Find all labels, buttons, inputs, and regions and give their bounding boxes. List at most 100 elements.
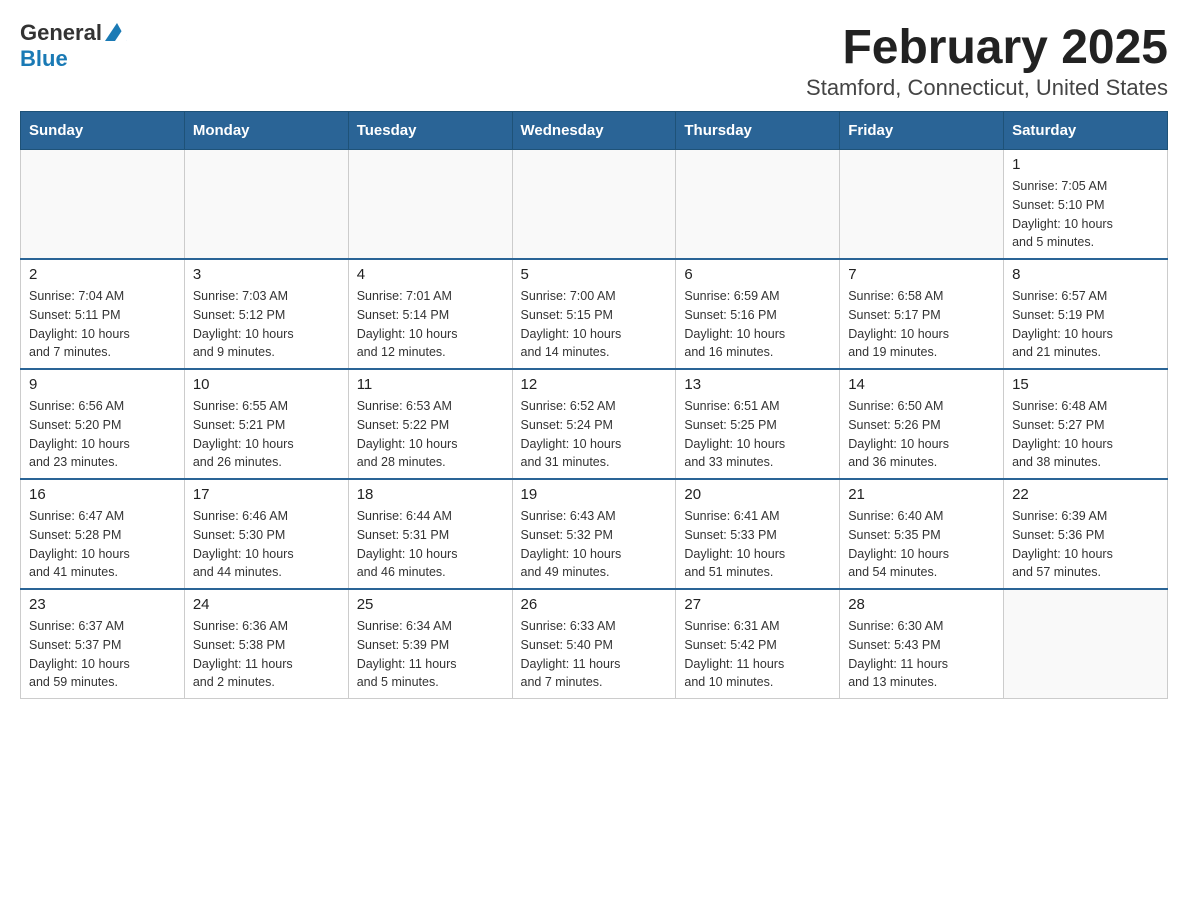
calendar-week-row: 1 Sunrise: 7:05 AMSunset: 5:10 PMDaylight… (21, 150, 1168, 260)
calendar-day-cell: 19Sunrise: 6:43 AMSunset: 5:32 PMDayligh… (512, 479, 676, 589)
day-number: 10 (193, 376, 340, 393)
day-info: Sunrise: 7:01 AMSunset: 5:14 PMDaylight:… (357, 287, 504, 362)
day-info: Sunrise: 6:36 AMSunset: 5:38 PMDaylight:… (193, 617, 340, 692)
day-info: Sunrise: 6:51 AMSunset: 5:25 PMDaylight:… (684, 397, 831, 472)
calendar-day-cell (676, 150, 840, 260)
title-block: February 2025 Stamford, Connecticut, Uni… (806, 20, 1168, 101)
calendar-day-cell (840, 150, 1004, 260)
weekday-header-wednesday: Wednesday (512, 112, 676, 150)
calendar-table: SundayMondayTuesdayWednesdayThursdayFrid… (20, 111, 1168, 699)
calendar-day-cell: 4 Sunrise: 7:01 AMSunset: 5:14 PMDaylight… (348, 259, 512, 369)
weekday-header-saturday: Saturday (1004, 112, 1168, 150)
day-number: 4 (357, 266, 504, 283)
day-info: Sunrise: 6:41 AMSunset: 5:33 PMDaylight:… (684, 507, 831, 582)
page-header: General Blue February 2025 Stamford, Con… (20, 20, 1168, 101)
calendar-day-cell: 22 Sunrise: 6:39 AMSunset: 5:36 PMDayligh… (1004, 479, 1168, 589)
day-number: 11 (357, 376, 504, 393)
day-number: 9 (29, 376, 176, 393)
day-info: Sunrise: 6:50 AMSunset: 5:26 PMDaylight:… (848, 397, 995, 472)
day-info: Sunrise: 6:31 AMSunset: 5:42 PMDaylight:… (684, 617, 831, 692)
calendar-day-cell: 3Sunrise: 7:03 AMSunset: 5:12 PMDaylight… (184, 259, 348, 369)
day-info: Sunrise: 6:55 AMSunset: 5:21 PMDaylight:… (193, 397, 340, 472)
page-title: February 2025 (806, 20, 1168, 75)
day-number: 2 (29, 266, 176, 283)
calendar-day-cell: 10 Sunrise: 6:55 AMSunset: 5:21 PMDayligh… (184, 369, 348, 479)
calendar-day-cell: 12 Sunrise: 6:52 AMSunset: 5:24 PMDayligh… (512, 369, 676, 479)
weekday-header-friday: Friday (840, 112, 1004, 150)
day-info: Sunrise: 6:52 AMSunset: 5:24 PMDaylight:… (521, 397, 668, 472)
day-number: 15 (1012, 376, 1159, 393)
day-info: Sunrise: 7:00 AMSunset: 5:15 PMDaylight:… (521, 287, 668, 362)
day-number: 26 (521, 596, 668, 613)
weekday-header-monday: Monday (184, 112, 348, 150)
calendar-day-cell: 9 Sunrise: 6:56 AMSunset: 5:20 PMDaylight… (21, 369, 185, 479)
day-info: Sunrise: 6:37 AMSunset: 5:37 PMDaylight:… (29, 617, 176, 692)
calendar-day-cell: 17 Sunrise: 6:46 AMSunset: 5:30 PMDayligh… (184, 479, 348, 589)
calendar-day-cell: 14 Sunrise: 6:50 AMSunset: 5:26 PMDayligh… (840, 369, 1004, 479)
calendar-week-row: 9 Sunrise: 6:56 AMSunset: 5:20 PMDaylight… (21, 369, 1168, 479)
day-info: Sunrise: 6:57 AMSunset: 5:19 PMDaylight:… (1012, 287, 1159, 362)
calendar-day-cell (348, 150, 512, 260)
day-info: Sunrise: 7:05 AMSunset: 5:10 PMDaylight:… (1012, 177, 1159, 252)
calendar-day-cell: 21 Sunrise: 6:40 AMSunset: 5:35 PMDayligh… (840, 479, 1004, 589)
logo-text-blue: Blue (20, 46, 68, 72)
day-number: 6 (684, 266, 831, 283)
day-number: 1 (1012, 156, 1159, 173)
logo-text-general: General (20, 20, 102, 46)
calendar-day-cell: 28Sunrise: 6:30 AMSunset: 5:43 PMDayligh… (840, 589, 1004, 699)
day-info: Sunrise: 6:59 AMSunset: 5:16 PMDaylight:… (684, 287, 831, 362)
calendar-day-cell: 15Sunrise: 6:48 AMSunset: 5:27 PMDayligh… (1004, 369, 1168, 479)
day-info: Sunrise: 6:33 AMSunset: 5:40 PMDaylight:… (521, 617, 668, 692)
calendar-day-cell: 23 Sunrise: 6:37 AMSunset: 5:37 PMDayligh… (21, 589, 185, 699)
day-number: 18 (357, 486, 504, 503)
day-number: 8 (1012, 266, 1159, 283)
calendar-week-row: 2 Sunrise: 7:04 AMSunset: 5:11 PMDaylight… (21, 259, 1168, 369)
day-info: Sunrise: 6:46 AMSunset: 5:30 PMDaylight:… (193, 507, 340, 582)
logo-triangle-icon (105, 23, 127, 45)
day-info: Sunrise: 6:34 AMSunset: 5:39 PMDaylight:… (357, 617, 504, 692)
day-info: Sunrise: 6:44 AMSunset: 5:31 PMDaylight:… (357, 507, 504, 582)
day-number: 20 (684, 486, 831, 503)
page-subtitle: Stamford, Connecticut, United States (806, 75, 1168, 101)
day-info: Sunrise: 7:04 AMSunset: 5:11 PMDaylight:… (29, 287, 176, 362)
day-number: 23 (29, 596, 176, 613)
day-info: Sunrise: 6:39 AMSunset: 5:36 PMDaylight:… (1012, 507, 1159, 582)
day-number: 14 (848, 376, 995, 393)
weekday-header-sunday: Sunday (21, 112, 185, 150)
day-info: Sunrise: 6:43 AMSunset: 5:32 PMDaylight:… (521, 507, 668, 582)
day-number: 21 (848, 486, 995, 503)
calendar-day-cell: 18 Sunrise: 6:44 AMSunset: 5:31 PMDayligh… (348, 479, 512, 589)
weekday-header-tuesday: Tuesday (348, 112, 512, 150)
day-info: Sunrise: 6:53 AMSunset: 5:22 PMDaylight:… (357, 397, 504, 472)
calendar-day-cell: 27 Sunrise: 6:31 AMSunset: 5:42 PMDayligh… (676, 589, 840, 699)
calendar-day-cell: 16Sunrise: 6:47 AMSunset: 5:28 PMDayligh… (21, 479, 185, 589)
day-info: Sunrise: 7:03 AMSunset: 5:12 PMDaylight:… (193, 287, 340, 362)
day-number: 22 (1012, 486, 1159, 503)
calendar-day-cell: 6 Sunrise: 6:59 AMSunset: 5:16 PMDaylight… (676, 259, 840, 369)
weekday-header-thursday: Thursday (676, 112, 840, 150)
calendar-week-row: 16Sunrise: 6:47 AMSunset: 5:28 PMDayligh… (21, 479, 1168, 589)
calendar-day-cell: 26 Sunrise: 6:33 AMSunset: 5:40 PMDayligh… (512, 589, 676, 699)
calendar-day-cell: 13Sunrise: 6:51 AMSunset: 5:25 PMDayligh… (676, 369, 840, 479)
calendar-day-cell (512, 150, 676, 260)
day-info: Sunrise: 6:56 AMSunset: 5:20 PMDaylight:… (29, 397, 176, 472)
day-number: 24 (193, 596, 340, 613)
logo: General Blue (20, 20, 127, 72)
day-number: 12 (521, 376, 668, 393)
day-number: 16 (29, 486, 176, 503)
calendar-day-cell: 2 Sunrise: 7:04 AMSunset: 5:11 PMDaylight… (21, 259, 185, 369)
day-info: Sunrise: 6:40 AMSunset: 5:35 PMDaylight:… (848, 507, 995, 582)
calendar-day-cell: 8 Sunrise: 6:57 AMSunset: 5:19 PMDaylight… (1004, 259, 1168, 369)
calendar-day-cell: 5Sunrise: 7:00 AMSunset: 5:15 PMDaylight… (512, 259, 676, 369)
calendar-week-row: 23 Sunrise: 6:37 AMSunset: 5:37 PMDayligh… (21, 589, 1168, 699)
calendar-day-cell: 24 Sunrise: 6:36 AMSunset: 5:38 PMDayligh… (184, 589, 348, 699)
calendar-day-cell: 7 Sunrise: 6:58 AMSunset: 5:17 PMDaylight… (840, 259, 1004, 369)
calendar-day-cell: 11 Sunrise: 6:53 AMSunset: 5:22 PMDayligh… (348, 369, 512, 479)
day-info: Sunrise: 6:30 AMSunset: 5:43 PMDaylight:… (848, 617, 995, 692)
day-number: 17 (193, 486, 340, 503)
day-number: 7 (848, 266, 995, 283)
day-number: 27 (684, 596, 831, 613)
day-info: Sunrise: 6:58 AMSunset: 5:17 PMDaylight:… (848, 287, 995, 362)
calendar-day-cell: 20 Sunrise: 6:41 AMSunset: 5:33 PMDayligh… (676, 479, 840, 589)
day-number: 25 (357, 596, 504, 613)
